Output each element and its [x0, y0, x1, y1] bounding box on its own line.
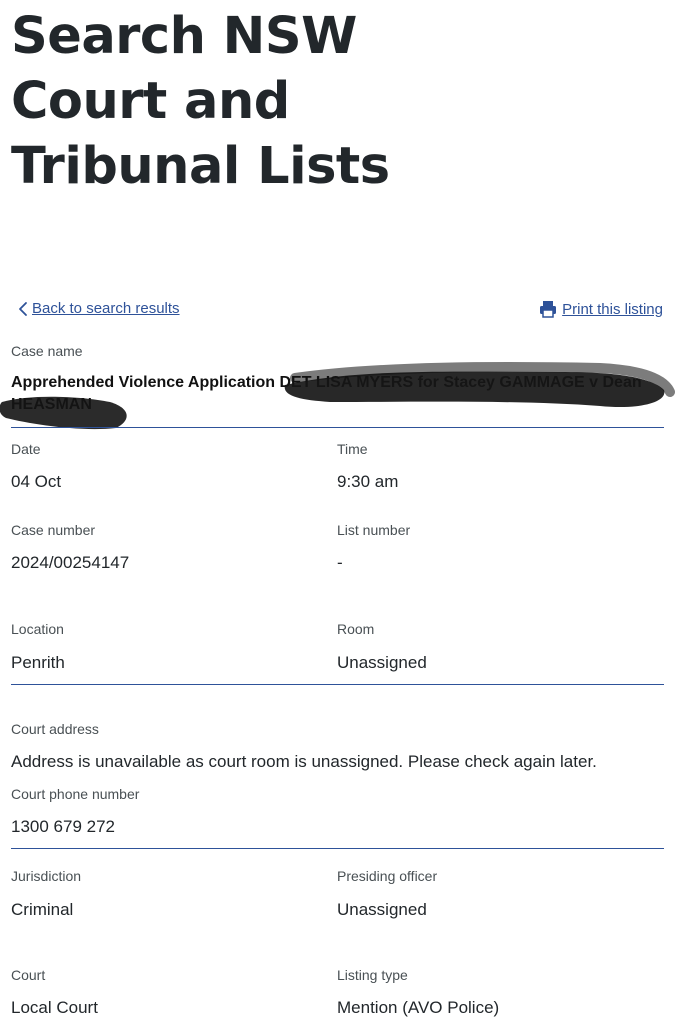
presiding-officer-value: Unassigned	[337, 900, 427, 919]
court-address-value: Address is unavailable as court room is …	[11, 752, 597, 771]
divider	[11, 684, 664, 685]
court-label: Court	[11, 967, 46, 983]
location-value: Penrith	[11, 653, 65, 672]
date-value: 04 Oct	[11, 472, 62, 491]
case-number-value: 2024/00254147	[11, 553, 130, 572]
time-label: Time	[337, 441, 368, 457]
presiding-officer-label: Presiding officer	[337, 868, 438, 884]
court-phone-value: 1300 679 272	[11, 817, 115, 836]
page-title: Search NSW Court and Tribunal Lists	[11, 7, 390, 196]
jurisdiction-value: Criminal	[11, 900, 74, 919]
divider	[11, 848, 664, 849]
list-number-label: List number	[337, 522, 411, 538]
listing-type-label: Listing type	[337, 967, 408, 983]
case-number-label: Case number	[11, 522, 96, 538]
case-name-label: Case name	[11, 343, 83, 359]
print-listing-link[interactable]: Print this listing	[539, 300, 663, 318]
back-link-label: Back to search results	[32, 300, 180, 317]
print-link-label: Print this listing	[562, 300, 663, 318]
listing-type-value: Mention (AVO Police)	[337, 998, 500, 1017]
printer-icon	[540, 301, 557, 318]
case-name-value: Apprehended Violence Application DET LIS…	[11, 374, 642, 413]
list-number-value: -	[337, 553, 343, 572]
chevron-left-icon	[19, 301, 27, 316]
room-value: Unassigned	[337, 653, 427, 672]
time-value: 9:30 am	[337, 472, 399, 491]
court-value: Local Court	[11, 998, 98, 1017]
court-address-label: Court address	[11, 721, 99, 737]
court-phone-label: Court phone number	[11, 786, 140, 802]
divider	[11, 427, 664, 428]
location-label: Location	[11, 621, 64, 637]
jurisdiction-label: Jurisdiction	[11, 868, 82, 884]
date-label: Date	[11, 441, 41, 457]
room-label: Room	[337, 621, 375, 637]
back-to-search-results-link[interactable]: Back to search results	[17, 300, 180, 317]
